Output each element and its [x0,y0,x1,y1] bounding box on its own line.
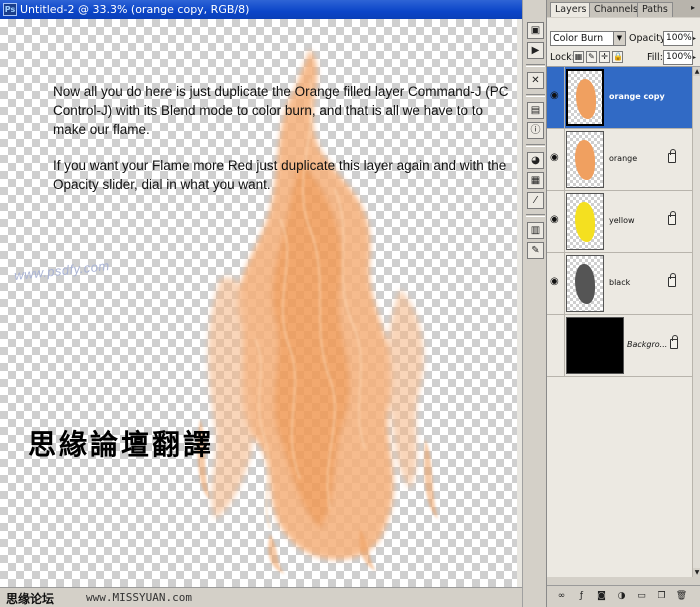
document-status-bar: 思缘论坛 www.MISSYUAN.com [0,587,522,607]
layers-list: ◉ orange copy ◉ orange ◉ yellow ◉ black [547,67,700,577]
brushes-icon[interactable]: ▥ [527,222,544,239]
tool-separator [526,94,545,97]
layer-style-icon[interactable]: ƒ [575,590,588,603]
instruction-paragraph-2: If you want your Flame more Red just dup… [53,158,507,192]
tool-presets-icon[interactable]: ✎ [527,242,544,259]
history-icon[interactable]: ▶ [527,42,544,59]
thumbnail-flame [576,79,596,119]
document-title: Untitled-2 @ 33.3% (orange copy, RGB/8) [20,3,250,16]
blend-mode-value: Color Burn [553,33,604,44]
link-layers-icon[interactable]: ∞ [555,590,568,603]
layer-row-yellow[interactable]: ◉ yellow [547,191,692,253]
adjustment-layer-icon[interactable]: ◑ [615,590,628,603]
image-icon[interactable]: ▤ [527,102,544,119]
info-icon[interactable]: ⓘ [527,122,544,139]
layer-row-orange-copy[interactable]: ◉ orange copy [547,67,692,129]
layer-thumbnail [566,255,604,312]
opacity-input[interactable]: 100% [663,31,693,46]
tool-separator [526,144,545,147]
layer-row-orange[interactable]: ◉ orange [547,129,692,191]
layer-visibility-toggle[interactable]: ◉ [547,129,565,191]
layer-thumbnail [566,131,604,188]
tab-paths[interactable]: Paths [637,2,673,17]
missyuan-watermark-url: www.MISSYUAN.com [86,591,192,604]
layer-row-black[interactable]: ◉ black [547,253,692,315]
new-group-icon[interactable]: ▭ [635,590,648,603]
tab-channels[interactable]: Channels [589,2,643,17]
layer-thumbnail [566,69,604,126]
psdfy-watermark: www.psdfy.com [13,258,111,283]
lock-position-icon[interactable]: ✛ [599,51,610,63]
eye-icon: ◉ [550,152,559,163]
blend-row: Color Burn ▼ Opacity: 100% ▸ [547,18,700,48]
styles-icon[interactable]: ⁄ [527,192,544,209]
opacity-slider-arrow-icon[interactable]: ▸ [693,31,700,46]
tool-separator [526,214,545,217]
lock-transparency-icon[interactable]: ▦ [573,51,584,63]
lock-pixels-icon[interactable]: ✎ [586,51,597,63]
eye-icon: ◉ [550,214,559,225]
layers-scrollbar[interactable]: ▲ ▼ [692,67,700,577]
layer-name: orange [609,154,638,163]
instruction-paragraph-1: Now all you do here is just duplicate th… [53,84,509,137]
new-layer-icon[interactable]: ❐ [655,590,668,603]
tutorial-instructions: Now all you do here is just duplicate th… [53,82,511,211]
missyuan-watermark-chinese: 思缘论坛 [6,592,55,606]
tools-icon[interactable]: ✕ [527,72,544,89]
swatches-icon[interactable]: ▦ [527,172,544,189]
chinese-forum-watermark: 思緣論壇翻譯 [28,428,215,461]
scroll-down-icon[interactable]: ▼ [693,568,700,577]
eye-icon: ◉ [550,276,559,287]
layer-thumbnail [566,193,604,250]
lock-all-icon[interactable]: 🔒 [612,51,623,63]
layers-panel-footer: ∞ ƒ ◙ ◑ ▭ ❐ 🗑 [547,585,700,607]
fill-input[interactable]: 100% [663,50,693,65]
navigator-icon[interactable]: ▣ [527,22,544,39]
fill-label: Fill: [647,52,663,63]
layer-lock-icon [670,335,678,349]
layers-panel: Layers Channels Paths ▸ Color Burn ▼ Opa… [546,0,700,607]
panel-tab-bar: Layers Channels Paths ▸ [547,0,700,17]
layer-name: Backgro... [627,340,668,349]
photoshop-app-icon: Ps [3,3,17,16]
layer-visibility-toggle[interactable]: ◉ [547,253,565,315]
lock-row: Lock: ▦ ✎ ✛ 🔒 Fill: 100% ▸ [547,48,700,67]
layer-lock-icon [668,211,676,225]
layer-name: black [609,278,631,287]
tab-layers[interactable]: Layers [550,2,592,17]
chevron-down-icon[interactable]: ▼ [613,32,625,45]
layer-visibility-toggle[interactable]: ◉ [547,191,565,253]
document-canvas[interactable]: Now all you do here is just duplicate th… [0,19,517,587]
layer-name: yellow [609,216,635,225]
fill-slider-arrow-icon[interactable]: ▸ [693,50,700,65]
layer-row-background[interactable]: Backgro... [547,315,692,377]
lock-label: Lock: [550,52,575,63]
document-window: Ps Untitled-2 @ 33.3% (orange copy, RGB/… [0,0,522,607]
trash-icon[interactable]: 🗑 [675,590,688,603]
scroll-up-icon[interactable]: ▲ [693,67,700,76]
thumbnail-flame [575,264,595,304]
blend-mode-select[interactable]: Color Burn ▼ [550,31,626,46]
document-title-bar[interactable]: Ps Untitled-2 @ 33.3% (orange copy, RGB/… [0,0,522,19]
thumbnail-flame [575,202,595,242]
layer-visibility-toggle[interactable] [547,315,565,377]
layer-thumbnail [566,317,624,374]
layer-lock-icon [668,273,676,287]
color-icon[interactable]: ◕ [527,152,544,169]
layer-visibility-toggle[interactable]: ◉ [547,67,565,129]
layer-lock-icon [668,149,676,163]
palette-well-strip: ▣ ▶ ✕ ▤ ⓘ ◕ ▦ ⁄ ▥ ✎ [522,0,546,607]
layer-mask-icon[interactable]: ◙ [595,590,608,603]
thumbnail-flame [575,140,595,180]
panel-menu-icon[interactable]: ▸ [687,3,699,14]
tool-separator [526,64,545,67]
eye-icon: ◉ [550,90,559,101]
layer-name: orange copy [609,92,665,101]
